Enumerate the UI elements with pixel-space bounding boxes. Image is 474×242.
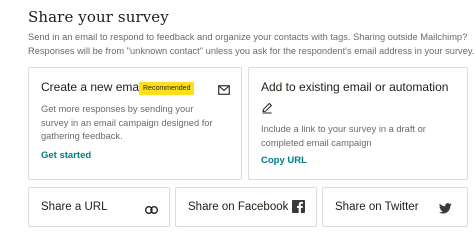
facebook-icon [292, 200, 305, 218]
envelope-icon [218, 82, 230, 100]
share-url-button[interactable]: Share a URL [28, 187, 170, 227]
share-twitter-button[interactable]: Share on Twitter [322, 187, 468, 227]
twitter-icon [438, 201, 452, 219]
copy-url-link[interactable]: Copy URL [261, 155, 307, 166]
page-description: Send in an email to respond to feedback … [28, 31, 474, 58]
recommended-badge: Recommended [139, 82, 195, 95]
page-title: Share your survey [28, 8, 169, 26]
create-email-card[interactable]: Create a new email Recommended Get more … [28, 67, 242, 180]
description-line-1: Send in an email to respond to feedback … [28, 32, 468, 42]
link-icon [145, 202, 158, 220]
pencil-icon [261, 101, 273, 119]
existing-email-title: Add to existing email or automation [261, 80, 449, 94]
existing-email-description: Include a link to your survey in a draft… [261, 124, 426, 148]
share-facebook-label: Share on Facebook [188, 201, 289, 213]
share-facebook-button[interactable]: Share on Facebook [175, 187, 317, 227]
get-started-link[interactable]: Get started [41, 150, 91, 161]
create-email-description: Get more responses by sending your surve… [41, 104, 213, 141]
description-line-2: Responses will be from "unknown contact"… [28, 45, 474, 56]
create-email-title: Create a new email [41, 80, 145, 94]
existing-email-card[interactable]: Add to existing email or automation Incl… [248, 67, 468, 180]
share-url-label: Share a URL [41, 201, 108, 213]
share-twitter-label: Share on Twitter [335, 201, 419, 213]
